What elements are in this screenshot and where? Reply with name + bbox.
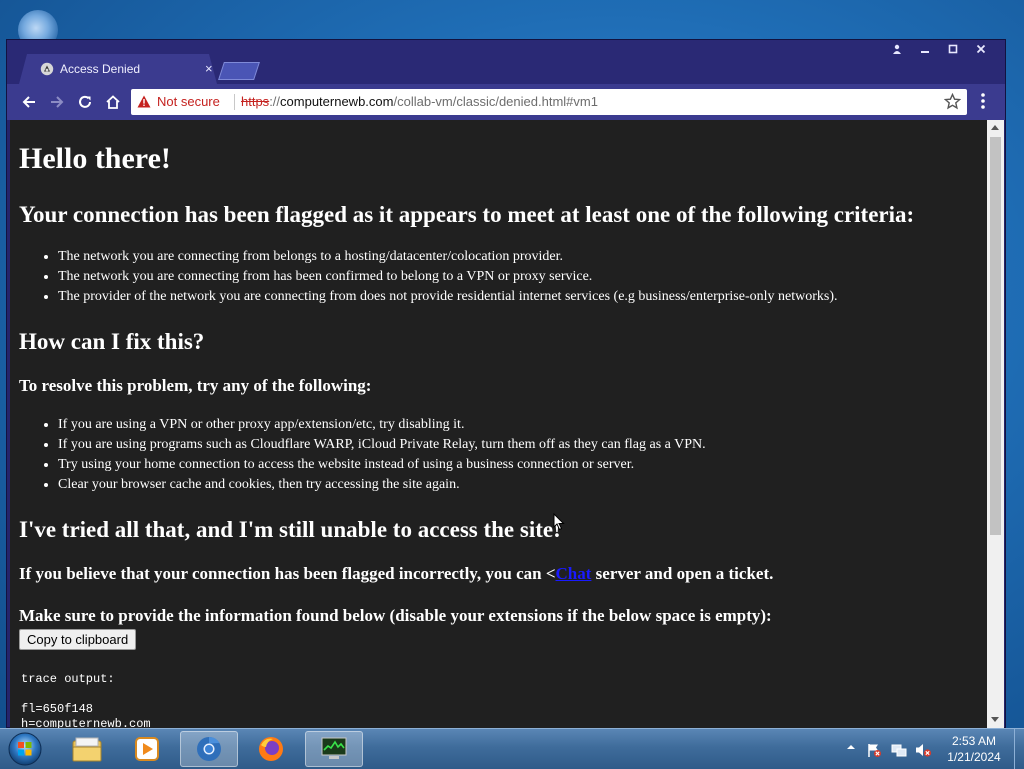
url-scheme: https <box>241 94 270 109</box>
scroll-up-icon[interactable] <box>991 125 999 130</box>
url-text[interactable]: https://computernewb.com/collab-vm/class… <box>241 94 598 109</box>
taskbar-chrome[interactable] <box>180 731 238 767</box>
back-arrow-icon[interactable] <box>19 92 39 112</box>
title-bar: Access Denied × <box>7 40 1005 84</box>
trace-line: fl=650f148 <box>21 702 94 716</box>
network-icon[interactable] <box>891 742 907 758</box>
shield-icon <box>40 62 54 76</box>
file-explorer-icon <box>72 737 102 762</box>
kebab-menu-icon[interactable] <box>979 92 987 110</box>
resolve-heading: To resolve this problem, try any of the … <box>19 376 372 395</box>
fixes-list: If you are using a VPN or other proxy ap… <box>19 415 706 495</box>
chat-link[interactable]: Chat <box>556 564 592 583</box>
list-item: The provider of the network you are conn… <box>58 287 837 307</box>
list-item: If you are using programs such as Cloudf… <box>58 435 706 455</box>
list-item: The network you are connecting from has … <box>58 267 837 287</box>
trace-output: trace output: fl=650f148 h=computernewb.… <box>21 672 151 728</box>
info-heading: Make sure to provide the information fou… <box>19 606 772 625</box>
minimize-icon[interactable] <box>913 42 937 56</box>
system-clock[interactable]: 2:53 AM 1/21/2024 <box>939 733 1009 765</box>
flagged-prefix: If you believe that your connection has … <box>19 564 556 583</box>
flagged-text: If you believe that your connection has … <box>19 564 773 584</box>
browser-toolbar: Not secure https://computernewb.com/coll… <box>7 84 1005 120</box>
security-status[interactable]: Not secure <box>157 94 220 109</box>
url-path: /collab-vm/classic/denied.html#vm1 <box>393 94 598 109</box>
criteria-list: The network you are connecting from belo… <box>19 247 837 307</box>
fix-heading: How can I fix this? <box>19 329 205 354</box>
mouse-cursor-icon <box>553 513 565 531</box>
address-separator <box>234 94 235 110</box>
trace-label: trace output: <box>21 672 115 686</box>
url-host: computernewb.com <box>280 94 394 109</box>
page-scrollbar[interactable] <box>987 120 1004 728</box>
clock-date: 1/21/2024 <box>947 750 1001 764</box>
task-manager-icon <box>321 737 347 759</box>
taskbar-task-manager[interactable] <box>305 731 363 767</box>
maximize-icon[interactable] <box>941 42 965 56</box>
list-item: Try using your home connection to access… <box>58 455 706 475</box>
url-scheme-separator: :// <box>269 94 281 109</box>
new-tab-button[interactable] <box>218 62 260 80</box>
action-center-flag-icon[interactable] <box>866 742 882 758</box>
address-bar[interactable]: Not secure https://computernewb.com/coll… <box>131 89 967 115</box>
copy-to-clipboard-button[interactable]: Copy to clipboard <box>19 629 137 650</box>
windows-start-icon[interactable] <box>6 731 44 767</box>
home-icon[interactable] <box>103 92 123 112</box>
list-item: The network you are connecting from belo… <box>58 247 837 267</box>
forward-arrow-icon[interactable] <box>47 92 67 112</box>
volume-muted-icon[interactable] <box>915 742 932 758</box>
reload-icon[interactable] <box>75 92 95 112</box>
scroll-down-icon[interactable] <box>991 717 999 722</box>
trace-line: h=computernewb.com <box>21 717 151 728</box>
window-controls <box>885 42 993 56</box>
list-item: If you are using a VPN or other proxy ap… <box>58 415 706 435</box>
star-icon[interactable] <box>944 93 961 110</box>
scroll-thumb[interactable] <box>990 137 1001 535</box>
close-icon[interactable] <box>969 42 993 56</box>
clock-time: 2:53 AM <box>951 734 997 748</box>
tried-heading: I've tried all that, and I'm still unabl… <box>19 517 561 542</box>
media-player-icon <box>135 737 159 761</box>
show-desktop-button[interactable] <box>1014 729 1024 769</box>
browser-window: Access Denied × Not secure https://compu… <box>6 39 1006 728</box>
tab-close-icon[interactable]: × <box>205 62 213 76</box>
taskbar-media-player[interactable] <box>118 731 176 767</box>
tab-title: Access Denied <box>60 62 141 76</box>
taskbar-firefox[interactable] <box>242 731 300 767</box>
warning-icon[interactable] <box>137 95 151 108</box>
profile-icon[interactable] <box>885 42 909 56</box>
tab-access-denied[interactable]: Access Denied × <box>19 54 217 84</box>
list-item: Clear your browser cache and cookies, th… <box>58 475 706 495</box>
taskbar-file-explorer[interactable] <box>58 731 116 767</box>
show-hidden-icons-chevron[interactable] <box>846 742 856 752</box>
flagged-suffix: server and open a ticket. <box>591 564 774 583</box>
firefox-icon <box>259 737 283 761</box>
criteria-heading: Your connection has been flagged as it a… <box>19 202 915 227</box>
page-content: Hello there! Your connection has been fl… <box>10 120 987 728</box>
chrome-icon <box>197 737 221 761</box>
page-title: Hello there! <box>19 142 171 175</box>
taskbar: 2:53 AM 1/21/2024 <box>0 728 1024 769</box>
